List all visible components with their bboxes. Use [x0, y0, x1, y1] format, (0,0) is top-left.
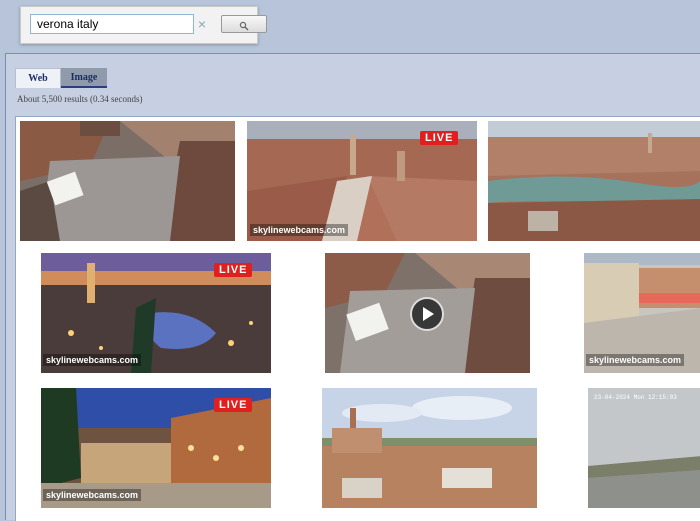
- image-result[interactable]: [325, 253, 530, 373]
- search-tabs: Web Image: [15, 68, 107, 88]
- results-frame: Web Image About 5,500 results (0.34 seco…: [5, 53, 700, 521]
- image-result[interactable]: [322, 388, 537, 508]
- live-badge: LIVE: [420, 131, 459, 145]
- play-icon[interactable]: [410, 297, 444, 331]
- search-button[interactable]: [221, 15, 267, 33]
- search-panel: ×: [20, 6, 267, 44]
- live-badge: LIVE: [214, 398, 253, 412]
- watermark-text: skylinewebcams.com: [586, 354, 685, 366]
- image-result[interactable]: LIVE skylinewebcams.com: [41, 253, 271, 373]
- image-result[interactable]: skylinewebcams.com: [584, 253, 700, 373]
- river-webcam-image: [588, 388, 700, 508]
- image-results-grid: LIVE skylinewebcams.com LIVE skylinewebc…: [15, 116, 700, 521]
- search-input[interactable]: [30, 14, 194, 34]
- tab-web[interactable]: Web: [15, 68, 61, 88]
- clear-icon[interactable]: ×: [193, 14, 211, 34]
- webcam-timestamp: 23-04-2024 Mon 12:15:03: [594, 394, 677, 401]
- city-skyline-image: [322, 388, 537, 508]
- result-stats: About 5,500 results (0.34 seconds): [17, 94, 143, 104]
- piazza-aerial-image: [20, 121, 235, 241]
- live-badge: LIVE: [214, 263, 253, 277]
- magnifier-icon: [239, 21, 249, 30]
- watermark-text: skylinewebcams.com: [43, 489, 142, 501]
- river-panorama-image: [488, 121, 700, 241]
- tab-image[interactable]: Image: [61, 68, 107, 88]
- image-result[interactable]: LIVE skylinewebcams.com: [41, 388, 271, 508]
- watermark-text: skylinewebcams.com: [250, 224, 349, 236]
- image-result[interactable]: LIVE skylinewebcams.com: [247, 121, 477, 241]
- watermark-text: skylinewebcams.com: [43, 354, 142, 366]
- image-result[interactable]: [488, 121, 700, 241]
- image-result[interactable]: [20, 121, 235, 241]
- image-result[interactable]: 23-04-2024 Mon 12:15:03: [588, 388, 700, 508]
